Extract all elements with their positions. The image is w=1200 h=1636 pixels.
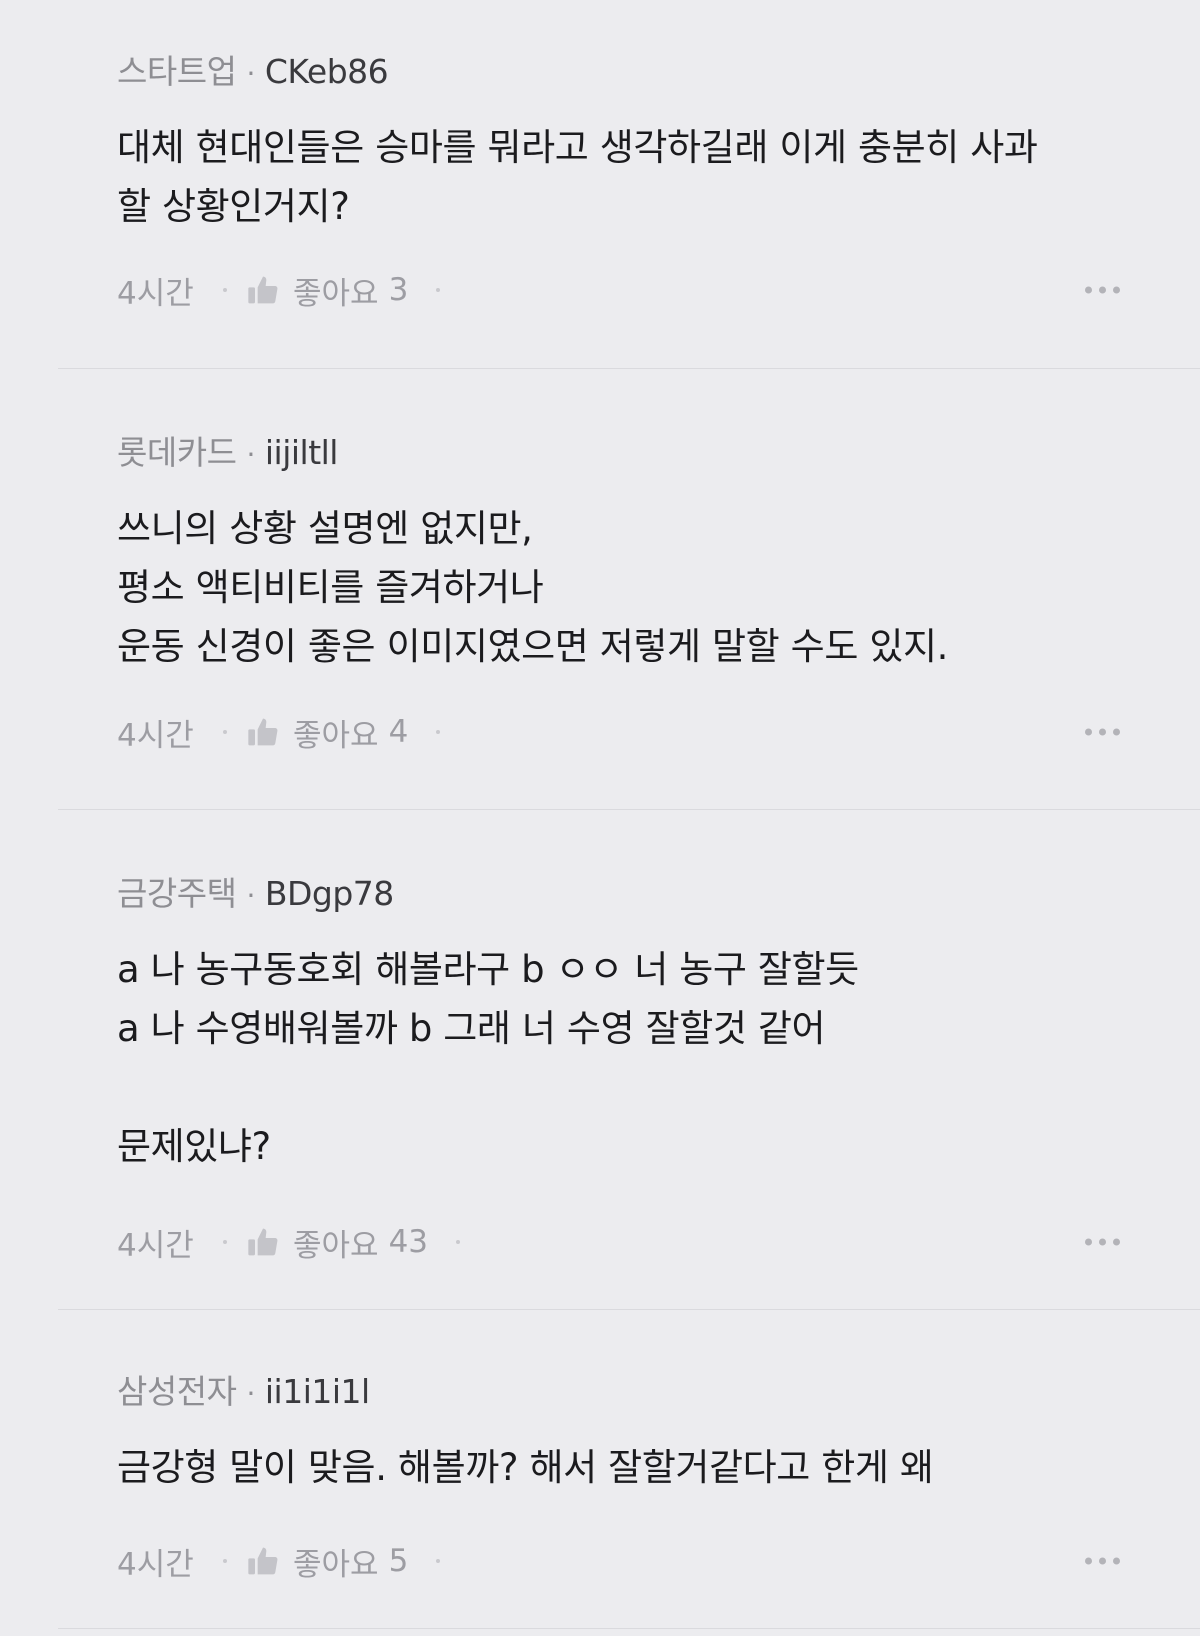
author-separator: ·	[246, 438, 255, 471]
author-nickname: ii1i1i1l	[264, 1372, 370, 1411]
like-label: 좋아요	[293, 717, 379, 754]
meta-separator	[223, 1559, 227, 1563]
author-company: 삼성전자	[117, 1372, 237, 1411]
more-horizontal-icon	[1085, 286, 1092, 294]
comment-meta: 4시간 좋아요 4	[117, 710, 1200, 755]
author-nickname: CKeb86	[264, 52, 389, 91]
thumbs-up-icon	[248, 276, 278, 304]
comment-divider	[58, 809, 1200, 810]
comment-body: a 나 농구동호회 해볼라구 b ㅇㅇ 너 농구 잘할듯 a 나 수영배워볼까 …	[117, 948, 859, 1168]
comment-item: 롯데카드 · iijiltll 쓰니의 상황 설명엔 없지만, 평소 액티비티를…	[0, 429, 1200, 754]
more-options-button[interactable]	[1085, 1238, 1120, 1246]
author-nickname: BDgp78	[264, 874, 394, 913]
comment-author[interactable]: 금강주택 · BDgp78	[117, 870, 1100, 918]
comment-body: 금강형 말이 맞음. 해볼까? 해서 잘할거같다고 한게 왜	[117, 1446, 934, 1489]
author-separator: ·	[246, 879, 255, 912]
author-nickname: iijiltll	[264, 433, 339, 472]
more-horizontal-icon	[1085, 1238, 1092, 1246]
author-separator: ·	[246, 1377, 255, 1410]
like-count: 43	[388, 1224, 429, 1260]
comment-time: 4시간	[117, 1546, 194, 1583]
more-options-button[interactable]	[1085, 286, 1120, 294]
more-options-button[interactable]	[1085, 728, 1120, 736]
comment-body: 쓰니의 상황 설명엔 없지만, 평소 액티비티를 즐겨하거나 운동 신경이 좋은…	[117, 507, 948, 668]
like-button[interactable]: 좋아요 43	[247, 1220, 428, 1265]
thumbs-up-icon	[248, 1228, 278, 1256]
comment-author[interactable]: 스타트업 · CKeb86	[117, 48, 1100, 96]
like-label: 좋아요	[293, 1546, 379, 1583]
like-button[interactable]: 좋아요 5	[247, 1539, 408, 1584]
comment-divider	[58, 1309, 1200, 1310]
comment-author[interactable]: 삼성전자 · ii1i1i1l	[117, 1368, 1100, 1416]
like-count: 4	[388, 714, 409, 750]
comment-item: 스타트업 · CKeb86 대체 현대인들은 승마를 뭐라고 생각하길래 이게 …	[0, 48, 1200, 312]
comment-item: 금강주택 · BDgp78 a 나 농구동호회 해볼라구 b ㅇㅇ 너 농구 잘…	[0, 870, 1200, 1264]
comment-time: 4시간	[117, 275, 194, 312]
meta-separator	[223, 288, 227, 292]
comment-time: 4시간	[117, 1227, 194, 1264]
like-label: 좋아요	[293, 1227, 379, 1264]
comment-divider	[58, 1628, 1200, 1629]
author-separator: ·	[246, 57, 255, 90]
meta-separator	[223, 1240, 227, 1244]
author-company: 롯데카드	[117, 433, 237, 472]
like-button[interactable]: 좋아요 4	[247, 710, 408, 755]
comment-body: 대체 현대인들은 승마를 뭐라고 생각하길래 이게 충분히 사과 할 상황인거지…	[117, 126, 1038, 228]
meta-separator	[223, 730, 227, 734]
meta-separator	[456, 1240, 461, 1244]
comment-item: 삼성전자 · ii1i1i1l 금강형 말이 맞음. 해볼까? 해서 잘할거같다…	[0, 1368, 1200, 1583]
comment-meta: 4시간 좋아요 5	[117, 1539, 1200, 1584]
comment-divider	[58, 368, 1200, 369]
like-button[interactable]: 좋아요 3	[247, 268, 408, 313]
thumbs-up-icon	[248, 718, 278, 746]
more-options-button[interactable]	[1085, 1557, 1120, 1565]
like-count: 5	[388, 1543, 409, 1579]
comment-meta: 4시간 좋아요 43	[117, 1220, 1200, 1265]
meta-separator	[436, 730, 441, 734]
comment-meta: 4시간 좋아요 3	[117, 268, 1200, 313]
more-horizontal-icon	[1085, 1557, 1092, 1565]
like-label: 좋아요	[293, 275, 379, 312]
author-company: 금강주택	[117, 874, 237, 913]
meta-separator	[436, 288, 441, 292]
comment-author[interactable]: 롯데카드 · iijiltll	[117, 429, 1100, 477]
thumbs-up-icon	[248, 1547, 278, 1575]
comment-list: 스타트업 · CKeb86 대체 현대인들은 승마를 뭐라고 생각하길래 이게 …	[0, 0, 1200, 1636]
more-horizontal-icon	[1085, 728, 1092, 736]
like-count: 3	[388, 272, 409, 308]
author-company: 스타트업	[117, 52, 237, 91]
meta-separator	[436, 1559, 441, 1563]
comment-time: 4시간	[117, 717, 194, 754]
